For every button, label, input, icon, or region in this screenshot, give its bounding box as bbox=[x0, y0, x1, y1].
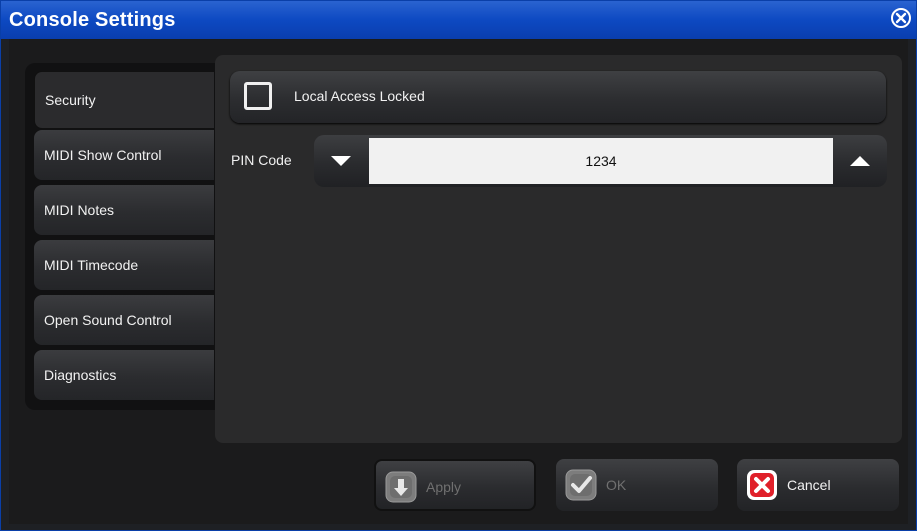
pin-code-input[interactable] bbox=[369, 138, 833, 184]
pin-decrement-button[interactable] bbox=[314, 135, 368, 187]
cancel-label: Cancel bbox=[787, 477, 831, 493]
ok-button[interactable]: OK bbox=[556, 459, 718, 511]
cancel-button[interactable]: Cancel bbox=[737, 459, 899, 511]
triangle-down-icon bbox=[331, 156, 351, 166]
tab-diagnostics[interactable]: Diagnostics bbox=[34, 350, 214, 400]
checkmark-icon bbox=[565, 469, 597, 501]
x-icon bbox=[747, 470, 777, 500]
pin-code-label: PIN Code bbox=[231, 152, 292, 168]
tab-label: Diagnostics bbox=[44, 367, 117, 383]
triangle-up-icon bbox=[850, 156, 870, 166]
tab-open-sound-control[interactable]: Open Sound Control bbox=[34, 295, 214, 345]
apply-label: Apply bbox=[426, 479, 462, 495]
pin-code-stepper bbox=[314, 135, 887, 187]
title-bar: Console Settings bbox=[1, 1, 916, 39]
tab-label: MIDI Notes bbox=[44, 202, 115, 218]
arrow-down-icon bbox=[385, 471, 417, 503]
tab-label: MIDI Timecode bbox=[44, 257, 139, 273]
tab-midi-notes[interactable]: MIDI Notes bbox=[34, 185, 214, 235]
close-button[interactable] bbox=[890, 7, 912, 29]
tab-label: MIDI Show Control bbox=[44, 147, 162, 163]
tab-midi-timecode[interactable]: MIDI Timecode bbox=[34, 240, 214, 290]
local-access-label: Local Access Locked bbox=[294, 88, 425, 104]
tab-label: Open Sound Control bbox=[44, 312, 172, 328]
tab-label: Security bbox=[45, 92, 96, 108]
apply-button[interactable]: Apply bbox=[374, 459, 536, 511]
tab-midi-show-control[interactable]: MIDI Show Control bbox=[34, 130, 214, 180]
tab-security[interactable]: Security bbox=[34, 71, 214, 129]
ok-label: OK bbox=[606, 477, 627, 493]
window-title: Console Settings bbox=[9, 9, 176, 31]
pin-increment-button[interactable] bbox=[833, 135, 887, 187]
close-circle-icon bbox=[891, 8, 911, 28]
local-access-checkbox[interactable] bbox=[244, 82, 272, 110]
local-access-locked-toggle[interactable]: Local Access Locked bbox=[230, 71, 886, 123]
